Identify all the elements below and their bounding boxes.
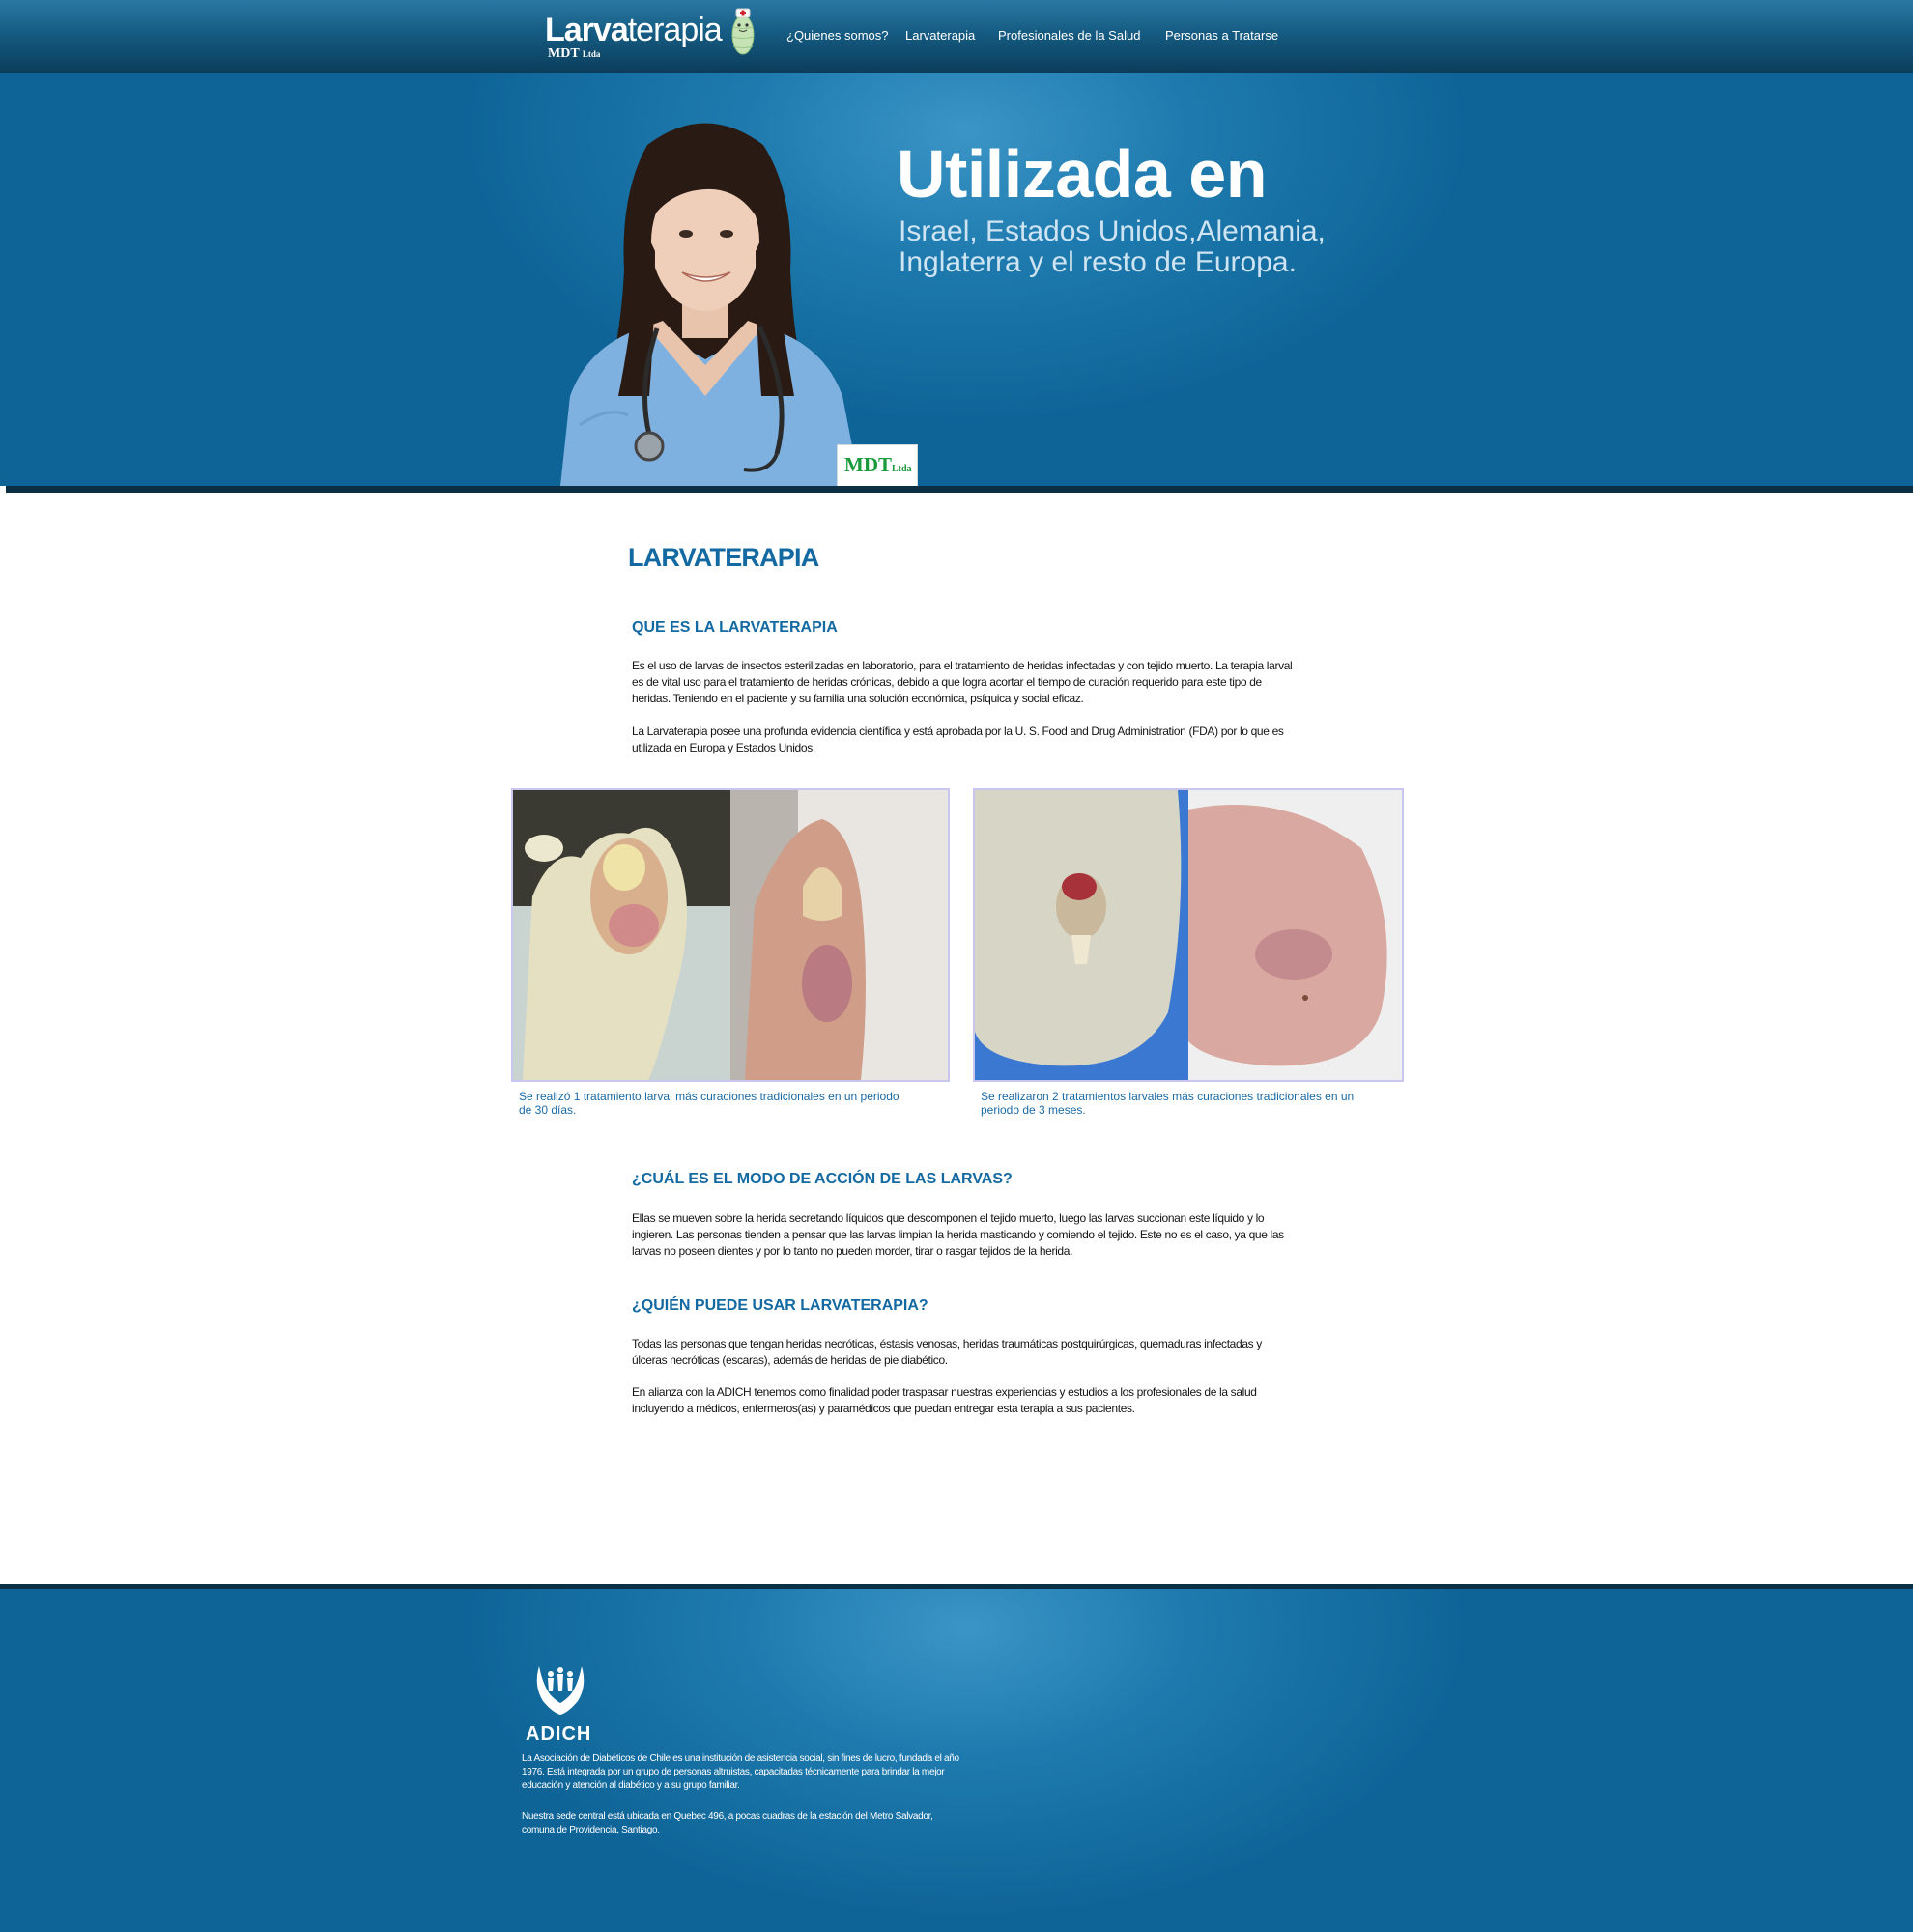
hero-title: Utilizada en	[897, 136, 1267, 212]
hero-subtitle: Israel, Estados Unidos,Alemania, Inglate…	[899, 216, 1326, 278]
photo-caption-heel: Se realizaron 2 tratamientos larvales má…	[981, 1090, 1355, 1117]
hero-subtitle-line2: Inglaterra y el resto de Europa.	[899, 246, 1297, 278]
section-modo-accion-paragraph: Ellas se mueven sobre la herida secretan…	[632, 1211, 1284, 1258]
treatment-photo-toe	[511, 788, 950, 1082]
nav-quienes-somos[interactable]: ¿Quienes somos?	[786, 28, 889, 43]
section-title-modo-accion: ¿CUÁL ES EL MODO DE ACCIÓN DE LAS LARVAS…	[632, 1171, 1013, 1187]
section-que-es-paragraph-1: Es el uso de larvas de insectos esterili…	[632, 659, 1293, 705]
hands-logo-icon	[536, 1666, 585, 1715]
heel-before-after-image	[975, 790, 1402, 1080]
toe-before-after-image	[513, 790, 948, 1080]
logo-subtitle: MDT Ltda	[548, 46, 601, 61]
logo-wordmark: Larvaterapia	[545, 12, 723, 48]
section-quien-puede-paragraph-1: Todas las personas que tengan heridas ne…	[632, 1337, 1262, 1367]
nav-profesionales-salud[interactable]: Profesionales de la Salud	[998, 28, 1140, 43]
section-title-quien-puede: ¿QUIÉN PUEDE USAR LARVATERAPIA?	[632, 1297, 928, 1314]
nav-personas-tratarse[interactable]: Personas a Tratarse	[1165, 28, 1278, 43]
top-nav-bar: Larvaterapia MDT Ltda ¿Quienes somos? La…	[0, 0, 1913, 74]
section-quien-puede-paragraph-2: En alianza con la ADICH tenemos como fin…	[632, 1385, 1257, 1415]
hero-divider	[6, 486, 1913, 493]
footer-about-text: La Asociación de Diabéticos de Chile es …	[522, 1753, 959, 1791]
larva-mascot-icon	[731, 8, 755, 55]
section-title-que-es: QUE ES LA LARVATERAPIA	[632, 619, 838, 636]
nav-larvaterapia[interactable]: Larvaterapia	[905, 28, 975, 43]
section-que-es-paragraph-2: La Larvaterapia posee una profunda evide…	[632, 724, 1284, 754]
hero-banner: MDTLtda Utilizada en Israel, Estados Uni…	[0, 73, 1913, 488]
footer-address-text: Nuestra sede central está ubicada en Que…	[522, 1811, 933, 1835]
adich-name: ADICH	[526, 1723, 592, 1745]
photo-caption-toe: Se realizó 1 tratamiento larval más cura…	[519, 1090, 899, 1117]
page-title: LARVATERAPIA	[628, 543, 819, 572]
hero-subtitle-line1: Israel, Estados Unidos,Alemania,	[899, 215, 1326, 247]
treatment-photo-heel	[973, 788, 1404, 1082]
site-logo[interactable]: Larvaterapia MDT Ltda	[545, 6, 757, 64]
mdt-badge-logo: MDTLtda	[837, 444, 918, 488]
nurse-photo	[560, 123, 860, 486]
